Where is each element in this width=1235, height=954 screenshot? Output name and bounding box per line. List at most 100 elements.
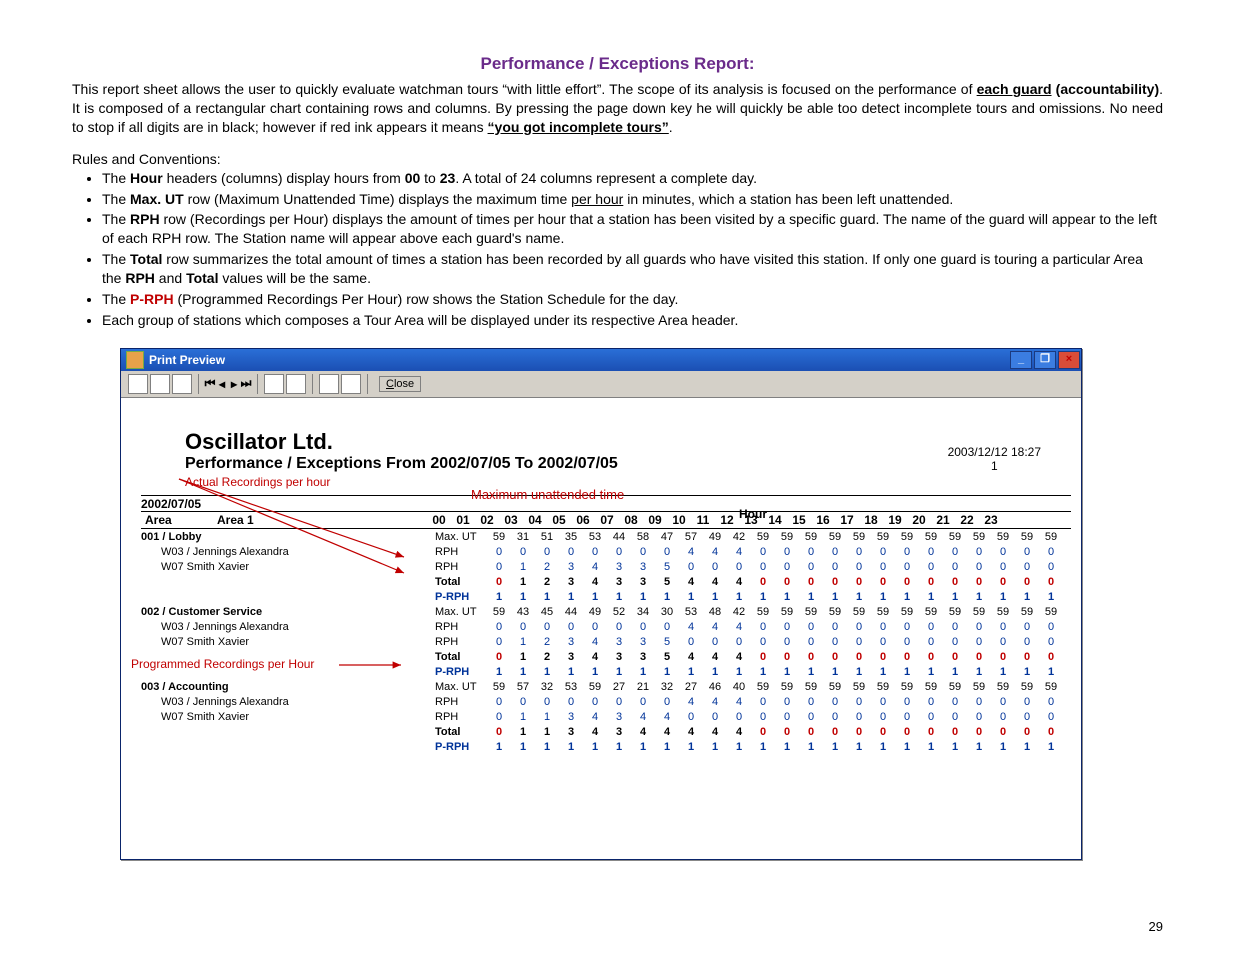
- nav-last-icon[interactable]: ⏭: [240, 376, 252, 391]
- cell: 0: [1039, 695, 1063, 710]
- hour-header: 10: [667, 513, 691, 527]
- row-label: W07 Smith Xavier: [141, 710, 435, 725]
- minimize-button[interactable]: _: [1010, 351, 1032, 369]
- hour-header: 17: [835, 513, 859, 527]
- nav-next-icon[interactable]: ▸: [228, 377, 240, 391]
- cell: 1: [535, 710, 559, 725]
- cell: 1: [943, 590, 967, 605]
- nav-prev-icon[interactable]: ◂: [216, 377, 228, 391]
- page-title: Performance / Exceptions Report:: [72, 54, 1163, 74]
- cell: 2: [535, 650, 559, 665]
- cell: 47: [655, 530, 679, 545]
- cell: 1: [727, 665, 751, 680]
- print-icon[interactable]: [264, 374, 284, 394]
- cell: 0: [775, 650, 799, 665]
- cell: 0: [847, 710, 871, 725]
- cell: 0: [1015, 620, 1039, 635]
- cell: 0: [487, 650, 511, 665]
- cell: 0: [943, 695, 967, 710]
- cell: 0: [967, 635, 991, 650]
- cell: 1: [535, 590, 559, 605]
- cell: 0: [487, 575, 511, 590]
- cell: 0: [631, 695, 655, 710]
- rules-heading: Rules and Conventions:: [72, 151, 1163, 167]
- cell: 0: [751, 620, 775, 635]
- print-setup-icon[interactable]: [286, 374, 306, 394]
- cell: 59: [847, 530, 871, 545]
- cell: 0: [751, 635, 775, 650]
- cell: 0: [1039, 575, 1063, 590]
- cell: 1: [919, 590, 943, 605]
- open-icon[interactable]: [341, 374, 361, 394]
- cell: 49: [583, 605, 607, 620]
- cell: 0: [1039, 560, 1063, 575]
- cell: 3: [607, 710, 631, 725]
- cell: 1: [991, 665, 1015, 680]
- cell: 59: [871, 680, 895, 695]
- cell: 3: [631, 560, 655, 575]
- hour-headers: 0001020304050607080910111213141516171819…: [427, 513, 1003, 527]
- tool-icon[interactable]: [150, 374, 170, 394]
- cell: 2: [535, 575, 559, 590]
- cell: 0: [991, 635, 1015, 650]
- cell: 0: [583, 620, 607, 635]
- preview-body[interactable]: Oscillator Ltd. Performance / Exceptions…: [121, 398, 1081, 859]
- hour-header: 00: [427, 513, 451, 527]
- cell: 0: [799, 575, 823, 590]
- cell: 4: [583, 650, 607, 665]
- cell: 46: [703, 680, 727, 695]
- cell: 0: [751, 560, 775, 575]
- cell: 1: [1015, 740, 1039, 755]
- cell: 0: [847, 650, 871, 665]
- cell: 0: [727, 560, 751, 575]
- cell: 59: [919, 680, 943, 695]
- cell: 1: [847, 590, 871, 605]
- cell: 32: [535, 680, 559, 695]
- hour-header: 06: [571, 513, 595, 527]
- nav-first-icon[interactable]: ⏮: [204, 376, 216, 391]
- cell: 5: [655, 650, 679, 665]
- cell: 43: [511, 605, 535, 620]
- cell: 0: [895, 725, 919, 740]
- cell: 3: [631, 575, 655, 590]
- row-label: W03 / Jennings Alexandra: [141, 695, 435, 710]
- cell: 1: [823, 740, 847, 755]
- cell: 1: [511, 635, 535, 650]
- row-label: 003 / Accounting: [141, 680, 435, 695]
- cell: 0: [919, 545, 943, 560]
- cell: 0: [1015, 650, 1039, 665]
- tool-icon[interactable]: [172, 374, 192, 394]
- cell: 0: [799, 695, 823, 710]
- cell: 59: [943, 680, 967, 695]
- cell: 0: [919, 725, 943, 740]
- cell: 0: [511, 620, 535, 635]
- cell: 59: [943, 605, 967, 620]
- cell: 0: [967, 710, 991, 725]
- hour-header: 12: [715, 513, 739, 527]
- cell: 0: [487, 620, 511, 635]
- cell: 1: [919, 665, 943, 680]
- close-window-button[interactable]: ×: [1058, 351, 1080, 369]
- cell: 3: [559, 650, 583, 665]
- cell: 1: [655, 590, 679, 605]
- cell: 1: [967, 665, 991, 680]
- cell: 59: [775, 605, 799, 620]
- cell: 0: [703, 635, 727, 650]
- cell: 3: [607, 560, 631, 575]
- cell: 1: [655, 665, 679, 680]
- cell: 0: [1015, 575, 1039, 590]
- save-icon[interactable]: [319, 374, 339, 394]
- cell: 0: [823, 710, 847, 725]
- cell: 0: [847, 575, 871, 590]
- cell: 27: [607, 680, 631, 695]
- maximize-button[interactable]: ❐: [1034, 351, 1056, 369]
- cell: 1: [607, 665, 631, 680]
- metric-label: Max. UT: [435, 680, 487, 695]
- cell: 1: [679, 665, 703, 680]
- close-button[interactable]: Close: [379, 376, 421, 392]
- cell: 0: [991, 620, 1015, 635]
- hour-header: 23: [979, 513, 1003, 527]
- tool-icon[interactable]: [128, 374, 148, 394]
- cell: 2: [535, 560, 559, 575]
- cell: 4: [679, 695, 703, 710]
